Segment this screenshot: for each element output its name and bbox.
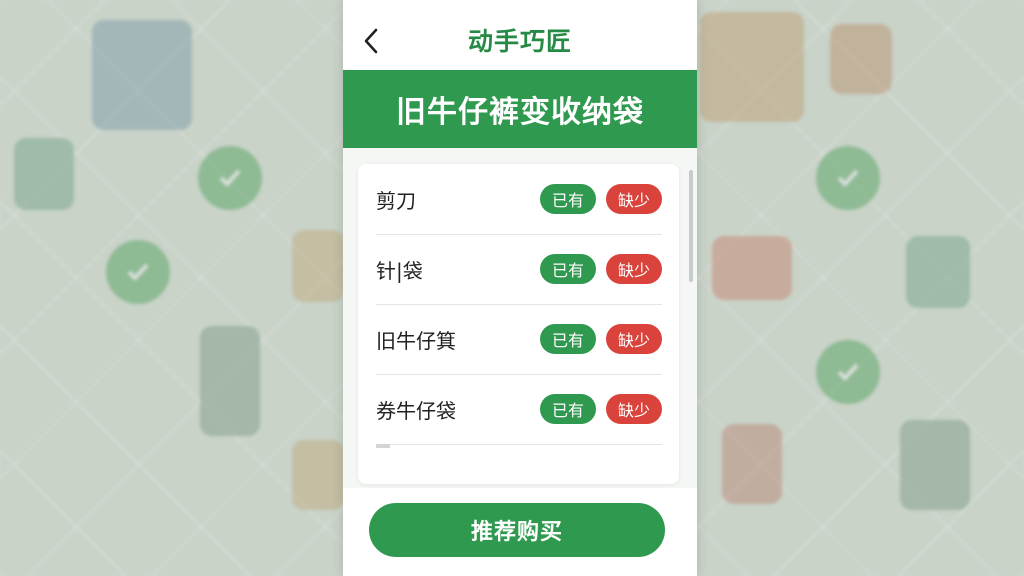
project-title: 旧牛仔裤变收纳袋 <box>396 95 644 130</box>
list-item-partial <box>376 444 390 448</box>
top-bar: 动手巧匠 <box>343 0 697 70</box>
list-item: 针|袋 已有 缺少 <box>376 234 662 305</box>
item-label: 针|袋 <box>376 258 423 283</box>
missing-button[interactable]: 缺少 <box>606 254 662 284</box>
missing-button[interactable]: 缺少 <box>606 394 662 424</box>
list-item: 券牛仔袋 已有 缺少 <box>376 374 662 445</box>
item-label: 剪刀 <box>376 188 416 213</box>
right-dim-overlay <box>697 0 1024 576</box>
app-title: 动手巧匠 <box>467 27 572 56</box>
list-item: 剪刀 已有 缺少 <box>376 164 662 235</box>
footer-bar: 推荐购买 <box>343 488 697 576</box>
have-button[interactable]: 已有 <box>540 184 596 214</box>
project-banner: 旧牛仔裤变收纳袋 <box>343 70 697 148</box>
scrollbar[interactable] <box>689 170 693 282</box>
missing-button[interactable]: 缺少 <box>606 324 662 354</box>
item-label: 旧牛仔箕 <box>376 328 456 353</box>
missing-button[interactable]: 缺少 <box>606 184 662 214</box>
have-button[interactable]: 已有 <box>540 394 596 424</box>
item-label: 券牛仔袋 <box>376 398 456 423</box>
left-dim-overlay <box>0 0 343 576</box>
have-button[interactable]: 已有 <box>540 324 596 354</box>
have-button[interactable]: 已有 <box>540 254 596 284</box>
materials-checklist: 剪刀 已有 缺少 针|袋 已有 缺少 旧牛仔箕 已有 缺少 券牛仔袋 已有 缺少 <box>358 164 679 484</box>
list-item: 旧牛仔箕 已有 缺少 <box>376 304 662 375</box>
app-screen: 动手巧匠 旧牛仔裤变收纳袋 剪刀 已有 缺少 针|袋 已有 缺少 旧牛仔箕 已有… <box>343 0 697 576</box>
recommend-buy-button[interactable]: 推荐购买 <box>369 503 665 557</box>
